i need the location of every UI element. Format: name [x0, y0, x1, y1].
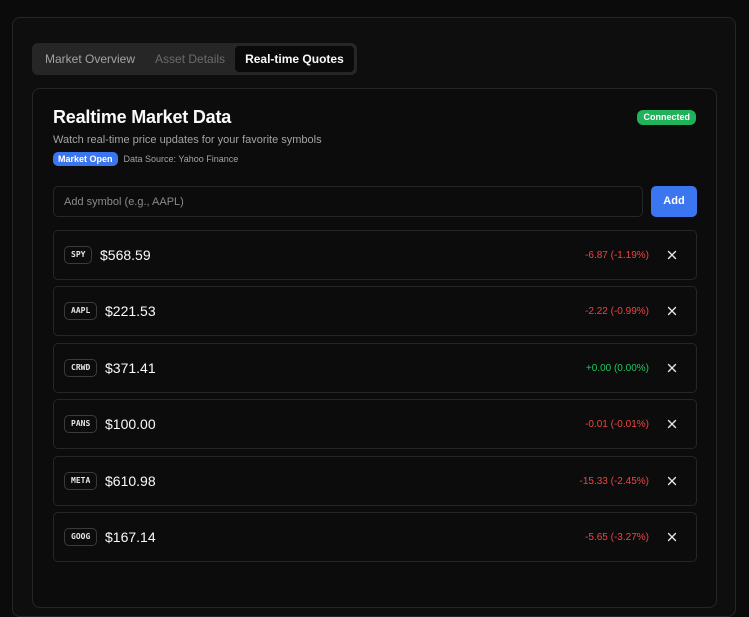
quote-change: -15.33 (-2.45%) — [579, 476, 649, 487]
quote-price: $371.41 — [105, 360, 156, 376]
symbol-badge: CRWD — [64, 359, 98, 377]
market-meta-row: Market Open Data Source: Yahoo Finance — [53, 152, 238, 166]
tab-market-overview[interactable]: Market Overview — [35, 46, 145, 72]
close-icon[interactable] — [665, 248, 679, 262]
add-symbol-button[interactable]: Add — [651, 186, 697, 217]
quote-price: $610.98 — [105, 473, 156, 489]
add-symbol-input[interactable] — [53, 186, 643, 217]
quote-change: -6.87 (-1.19%) — [585, 250, 649, 261]
close-icon[interactable] — [665, 304, 679, 318]
tab-list: Market Overview Asset Details Real-time … — [32, 43, 357, 75]
quote-price: $568.59 — [100, 247, 151, 263]
quote-row-meta: META $610.98 -15.33 (-2.45%) — [53, 456, 697, 506]
symbol-badge: AAPL — [64, 302, 98, 320]
quote-row-spy: SPY $568.59 -6.87 (-1.19%) — [53, 230, 697, 280]
symbol-badge: SPY — [64, 246, 93, 264]
symbol-badge: PANS — [64, 415, 98, 433]
quote-price: $167.14 — [105, 529, 156, 545]
quote-change: +0.00 (0.00%) — [585, 363, 649, 374]
data-source-label: Data Source: Yahoo Finance — [123, 154, 239, 164]
quote-row-goog: GOOG $167.14 -5.65 (-3.27%) — [53, 512, 697, 562]
realtime-market-card: Realtime Market Data Connected Watch rea… — [32, 88, 717, 608]
quote-row-crwd: CRWD $371.41 +0.00 (0.00%) — [53, 343, 697, 393]
card-title: Realtime Market Data — [53, 107, 232, 127]
close-icon[interactable] — [665, 417, 679, 431]
tab-real-time-quotes[interactable]: Real-time Quotes — [235, 46, 354, 72]
quote-price: $221.53 — [105, 303, 156, 319]
close-icon[interactable] — [665, 530, 679, 544]
quote-row-aapl: AAPL $221.53 -2.22 (-0.99%) — [53, 286, 697, 336]
quote-price: $100.00 — [105, 416, 156, 432]
close-icon[interactable] — [665, 474, 679, 488]
card-description: Watch real-time price updates for your f… — [53, 134, 322, 146]
close-icon[interactable] — [665, 361, 679, 375]
symbol-badge: META — [64, 472, 98, 490]
quote-change: -5.65 (-3.27%) — [585, 532, 649, 543]
symbol-badge: GOOG — [64, 528, 98, 546]
connection-status-badge: Connected — [637, 110, 696, 125]
quote-row-pans: PANS $100.00 -0.01 (-0.01%) — [53, 399, 697, 449]
tab-asset-details: Asset Details — [155, 52, 226, 66]
quote-change: -2.22 (-0.99%) — [585, 306, 649, 317]
quote-change: -0.01 (-0.01%) — [585, 419, 649, 430]
market-status-badge: Market Open — [53, 152, 118, 166]
